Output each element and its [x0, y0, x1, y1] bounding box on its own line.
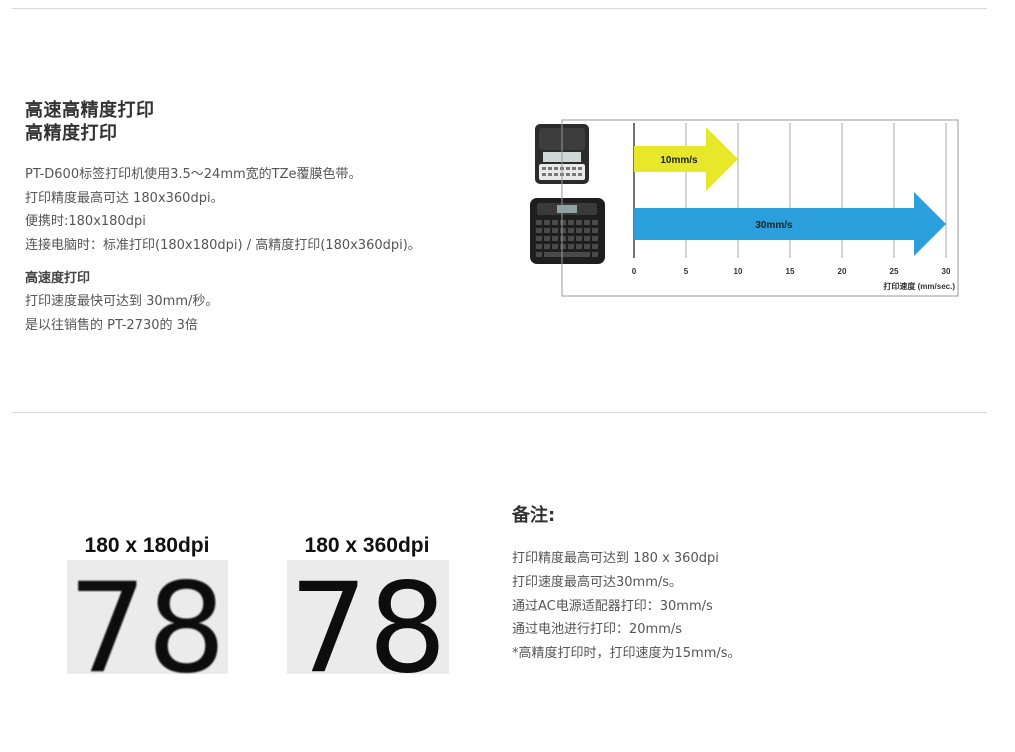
- note-title: 备注:: [512, 505, 556, 526]
- heading-line-1: 高速高精度打印: [25, 100, 155, 121]
- dpi-label-high: 180 x 360dpi: [305, 534, 430, 557]
- dpi-digits-low: 78: [68, 557, 226, 680]
- x-tick-label: 30: [942, 267, 951, 276]
- dpi-comparison: 180 x 180dpi 78 180 x 360dpi 78: [66, 520, 466, 701]
- bar-data-label: 10mm/s: [660, 155, 698, 166]
- middle-divider: [12, 412, 987, 413]
- top-divider: [12, 8, 987, 9]
- printer-image-portable: [530, 198, 605, 264]
- note-block: 备注: 打印精度最高可达到 180 x 360dpi 打印速度最高可达30mm/…: [512, 503, 982, 666]
- speed-line: 打印速度最快可达到 30mm/秒。: [25, 293, 219, 309]
- x-tick-label: 15: [786, 267, 795, 276]
- speed-chart: 10mm/s 30mm/s 0 5 10 15 20 25 30 打印速度 (mm/sec.): [527, 114, 967, 304]
- x-tick-label: 10: [734, 267, 743, 276]
- note-line: 打印精度最高可达到 180 x 360dpi: [512, 551, 719, 566]
- x-tick-label: 0: [632, 267, 637, 276]
- feature-line: 便携时:180x180dpi: [25, 214, 146, 230]
- x-tick-label: 25: [890, 267, 899, 276]
- note-line: 通过电池进行打印：20mm/s: [512, 622, 683, 638]
- speed-line: 是以往销售的 PT-2730的 3倍: [25, 317, 198, 333]
- dpi-sample-high: 180 x 360dpi 78: [287, 534, 449, 701]
- dpi-digits-high: 78: [289, 557, 447, 680]
- bar-data-label: 30mm/s: [755, 220, 793, 231]
- heading-line-2: 高精度打印: [25, 123, 118, 144]
- feature-text-block: 高速高精度打印 高精度打印 PT-D600标签打印机使用3.5～24mm宽的TZ…: [25, 99, 495, 337]
- x-tick-label: 5: [684, 267, 689, 276]
- feature-line: 连接电脑时：标准打印(180x180dpi) / 高精度打印(180x360dp…: [25, 238, 421, 254]
- dpi-sample-low: 180 x 180dpi 78: [67, 534, 228, 701]
- x-axis-label: 打印速度 (mm/sec.): [883, 281, 955, 291]
- feature-line: 打印精度最高可达 180x360dpi。: [25, 190, 224, 206]
- note-line: 通过AC电源适配器打印：30mm/s: [512, 598, 713, 614]
- x-tick-label: 20: [838, 267, 847, 276]
- speed-subheading: 高速度打印: [25, 270, 91, 286]
- dpi-label-low: 180 x 180dpi: [85, 534, 210, 557]
- feature-line: PT-D600标签打印机使用3.5～24mm宽的TZe覆膜色带。: [25, 167, 362, 182]
- note-line: *高精度打印时，打印速度为15mm/s。: [512, 646, 741, 662]
- note-line: 打印速度最高可达30mm/s。: [512, 574, 683, 590]
